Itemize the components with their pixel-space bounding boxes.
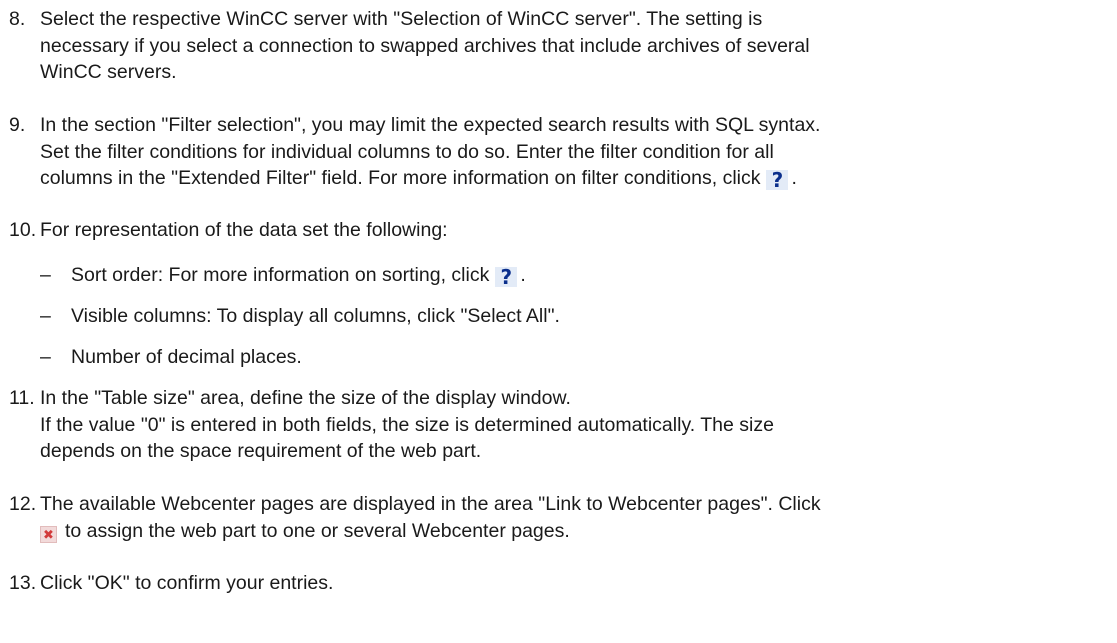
punctuation: . [791,167,797,189]
step-line: Click "OK" to confirm your entries. [40,572,334,594]
step-line-with-icon: ✖ to assign the web part to one or severa… [40,518,1113,545]
help-icon[interactable]: ? [766,170,789,190]
step-number: 13. [9,572,37,594]
step-number: 8. [9,8,26,30]
dash-bullet: – [40,305,51,327]
step-text: In the section "Filter selection", you m… [40,112,1113,192]
step-text: The available Webcenter pages are displa… [40,491,1113,544]
step-line: If the value "0" is entered in both fiel… [40,413,774,436]
step-line: Select the respective WinCC server with … [40,8,763,30]
step-number: 11. [9,387,35,409]
punctuation: . [520,264,526,286]
sub-item-text: Sort order: For more information on sort… [71,262,1113,289]
sub-item-text: Visible columns: To display all columns,… [71,305,560,327]
step-line-text: columns in the "Extended Filter" field. … [40,167,761,189]
step-line: The available Webcenter pages are displa… [40,493,821,515]
step-text: Click "OK" to confirm your entries. [40,570,1113,597]
step-line: In the "Table size" area, define the siz… [40,387,571,409]
step-line: WinCC servers. [40,61,177,83]
step-number: 10. [9,219,37,241]
step-line-with-icon: columns in the "Extended Filter" field. … [40,165,1113,192]
sub-item-line-text: Sort order: For more information on sort… [71,264,490,286]
step-line: For representation of the data set the f… [40,219,448,241]
dash-bullet: – [40,264,51,286]
step-text: For representation of the data set the f… [40,217,1113,244]
step-line: depends on the space requirement of the … [40,440,482,462]
step-line-text: to assign the web part to one or several… [65,519,570,542]
dash-bullet: – [40,346,51,368]
step-line: In the section "Filter selection", you m… [40,114,821,136]
remove-icon[interactable]: ✖ [40,525,57,543]
instruction-document: 8. Select the respective WinCC server wi… [0,0,1117,643]
step-text: In the "Table size" area, define the siz… [40,385,1113,465]
step-line: Set the filter conditions for individual… [40,140,774,163]
step-number: 9. [9,114,26,136]
step-line: necessary if you select a connection to … [40,34,810,57]
step-text: Select the respective WinCC server with … [40,6,1113,86]
step-number: 12. [9,493,37,515]
help-icon[interactable]: ? [495,267,518,287]
sub-item-text: Number of decimal places. [71,346,302,368]
